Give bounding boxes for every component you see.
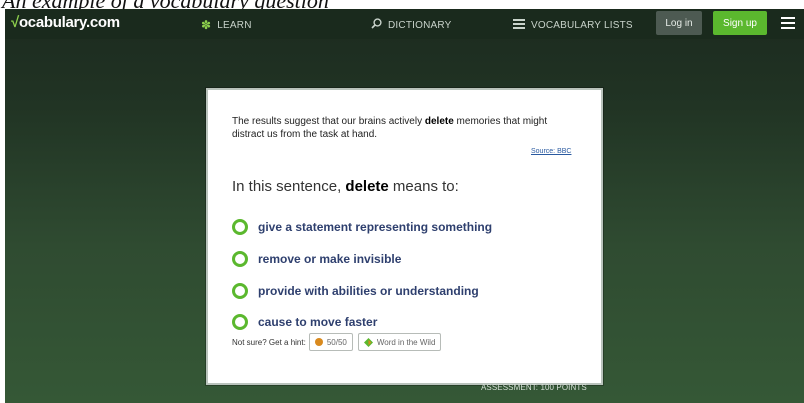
learn-icon: ✽ <box>201 18 212 32</box>
fifty-fifty-button[interactable]: 50/50 <box>308 333 353 351</box>
question-prompt: In this sentence, delete means to: <box>232 178 459 195</box>
nav-learn[interactable]: ✽ LEARN <box>201 18 252 32</box>
question-card: The results suggest that our brains acti… <box>206 88 603 385</box>
signup-button[interactable]: Sign up <box>713 11 767 35</box>
hint-bar: Not sure? Get a hint: 50/50 Word in the … <box>232 333 446 351</box>
assessment-points: ASSESSMENT: 100 POINTS <box>481 383 587 392</box>
list-icon <box>513 18 525 32</box>
radio-circle-icon <box>232 219 248 235</box>
answer-option[interactable]: provide with abilities or understanding <box>232 282 479 300</box>
site-logo[interactable]: √ocabulary.com <box>11 14 120 31</box>
search-icon <box>371 18 382 32</box>
nav-dictionary[interactable]: DICTIONARY <box>371 18 452 32</box>
nav-vocabulary-lists[interactable]: VOCABULARY LISTS <box>513 18 633 32</box>
login-button[interactable]: Log in <box>656 11 702 35</box>
arrows-icon <box>363 337 373 347</box>
app-window: √ocabulary.com ✽ LEARN DICTIONARY VOCABU… <box>5 9 804 403</box>
hint-label: Not sure? Get a hint: <box>232 337 306 347</box>
answer-option[interactable]: give a statement representing something <box>232 218 492 236</box>
word-in-the-wild-button[interactable]: Word in the Wild <box>357 333 442 351</box>
target-word: delete <box>424 116 454 127</box>
radio-circle-icon <box>232 314 248 330</box>
radio-circle-icon <box>232 251 248 267</box>
source-link[interactable]: Source: BBC <box>531 148 571 155</box>
hamburger-menu-icon[interactable] <box>781 17 795 29</box>
radio-circle-icon <box>232 283 248 299</box>
answer-option[interactable]: remove or make invisible <box>232 250 401 268</box>
top-nav-bar: √ocabulary.com ✽ LEARN DICTIONARY VOCABU… <box>5 9 804 39</box>
coin-icon <box>314 338 323 346</box>
example-sentence: The results suggest that our brains acti… <box>232 116 548 140</box>
answer-option[interactable]: cause to move faster <box>232 313 377 331</box>
